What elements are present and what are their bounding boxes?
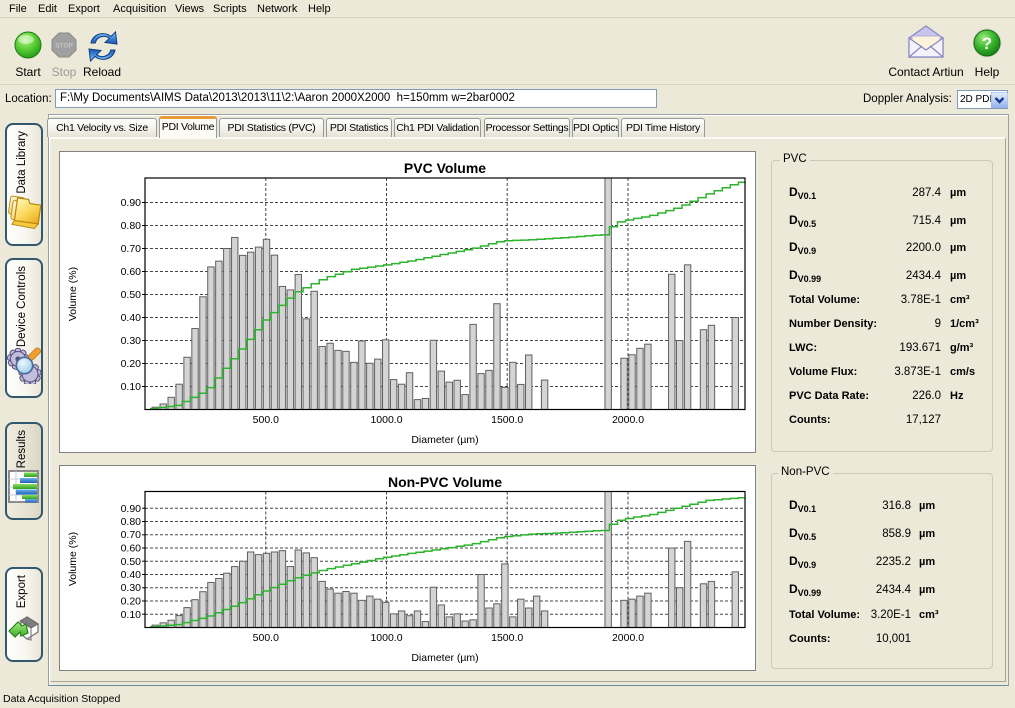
svg-text:0.60: 0.60 <box>121 543 142 555</box>
svg-text:Volume (%): Volume (%) <box>67 267 79 321</box>
svg-text:2000.0: 2000.0 <box>612 632 644 644</box>
svg-text:Diameter (µm): Diameter (µm) <box>411 652 478 664</box>
svg-text:PVC Volume: PVC Volume <box>404 160 486 176</box>
svg-text:0.10: 0.10 <box>121 609 142 621</box>
svg-text:0.50: 0.50 <box>121 556 142 568</box>
svg-text:0.40: 0.40 <box>121 312 142 324</box>
svg-text:Volume (%): Volume (%) <box>67 532 79 586</box>
svg-text:0.90: 0.90 <box>121 197 142 209</box>
svg-text:0.80: 0.80 <box>121 516 142 528</box>
svg-text:Non-PVC Volume: Non-PVC Volume <box>388 474 502 490</box>
svg-text:2000.0: 2000.0 <box>612 414 644 426</box>
svg-text:1000.0: 1000.0 <box>370 414 402 426</box>
svg-text:1500.0: 1500.0 <box>491 632 523 644</box>
svg-text:0.40: 0.40 <box>121 569 142 581</box>
svg-text:1500.0: 1500.0 <box>491 414 523 426</box>
svg-text:1000.0: 1000.0 <box>370 632 402 644</box>
svg-text:STOP: STOP <box>55 43 73 50</box>
svg-text:0.70: 0.70 <box>121 529 142 541</box>
svg-text:0.30: 0.30 <box>121 335 142 347</box>
svg-text:0.30: 0.30 <box>121 582 142 594</box>
svg-text:0.90: 0.90 <box>121 503 142 515</box>
svg-text:500.0: 500.0 <box>253 414 279 426</box>
svg-text:500.0: 500.0 <box>253 632 279 644</box>
svg-text:0.20: 0.20 <box>121 596 142 608</box>
svg-text:0.60: 0.60 <box>121 266 142 278</box>
svg-text:0.50: 0.50 <box>121 289 142 301</box>
svg-text:0.70: 0.70 <box>121 243 142 255</box>
svg-text:?: ? <box>982 34 992 53</box>
svg-text:0.80: 0.80 <box>121 220 142 232</box>
svg-text:0.10: 0.10 <box>121 381 142 393</box>
svg-text:0.20: 0.20 <box>121 358 142 370</box>
svg-text:Diameter (µm): Diameter (µm) <box>411 434 478 446</box>
